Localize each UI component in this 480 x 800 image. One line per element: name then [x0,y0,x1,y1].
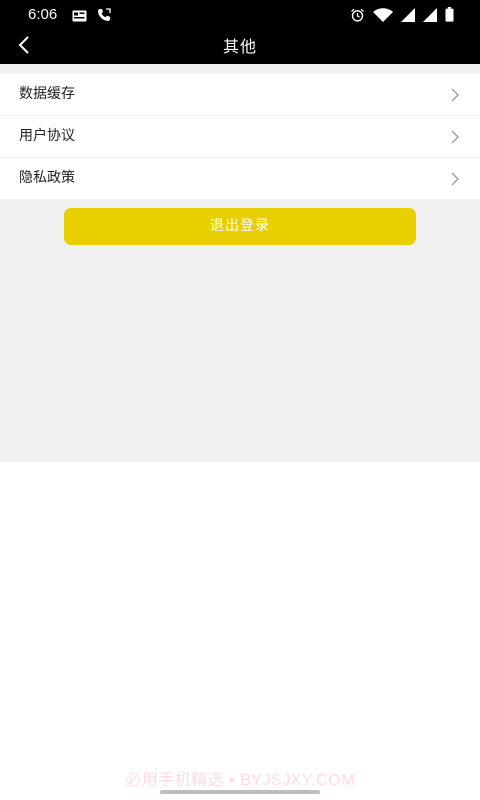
menu-item-label: 用户协议 [19,128,75,144]
menu-item-data-cache[interactable]: 数据缓存 [0,74,480,116]
menu-item-privacy-policy[interactable]: 隐私政策 [0,158,480,199]
signal-icon [423,7,437,26]
menu-item-user-agreement[interactable]: 用户协议 [0,116,480,158]
status-bar: 6:06 [0,0,480,30]
home-indicator[interactable] [160,790,320,794]
watermark: 必用手机精选 • BYJSJXY.COM [125,772,355,789]
menu-item-label: 数据缓存 [19,86,75,102]
battery-icon [445,7,454,26]
status-left-icons [72,7,111,26]
logout-button[interactable]: 退出登录 [64,208,416,245]
status-time: 6:06 [28,6,58,23]
notification-card-icon [72,7,87,26]
signal-icon [401,7,415,26]
chevron-right-icon [450,129,460,144]
page-title: 其他 [222,37,257,56]
chevron-right-icon [450,171,460,186]
status-right-icons [350,7,454,26]
call-icon [97,7,111,26]
wifi-icon [373,7,393,26]
chevron-right-icon [450,87,460,102]
navigation-bar: 其他 [0,30,480,64]
alarm-icon [350,7,365,26]
menu-item-label: 隐私政策 [19,170,75,186]
settings-menu: 数据缓存 用户协议 隐私政策 [0,74,480,199]
